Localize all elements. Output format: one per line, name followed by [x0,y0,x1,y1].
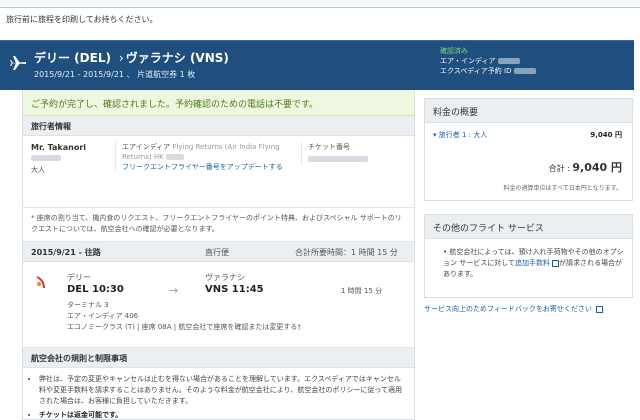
total-label: 合計 : [548,164,570,173]
traveler-section-title: 旅行者情報 [23,116,414,136]
departure-city: デリー [67,273,91,282]
total-amount: 9,040 円 [572,161,622,174]
destination: ヴァラナシ (VNS) [125,51,229,65]
trip-dates: 2015/9/21 - 2015/9/21 、 片道航空券 1 枚 [34,70,196,79]
traveler-type: 大人 [31,166,45,174]
redacted-value [308,156,368,162]
itinerary-banner: デリー (DEL) › ヴァラナシ (VNS) 2015/9/21 - 2015/9… [0,40,634,90]
route-title: デリー (DEL) › ヴァラナシ (VNS) [34,49,229,66]
airline-confirmation: エア・インディア [440,57,496,65]
price-total: 合計 : 9,040 円 [549,159,622,175]
price-section-title: 料金の概要 [425,99,632,123]
booking-details: ご予約が完了し、確認されました。予約確認のための電話は不要です。 旅行者情報 M… [22,90,415,420]
departure-time: DEL 10:30 [67,284,124,295]
leg-total-time: 合計所要時間：1 時間 15 分 [295,248,398,257]
price-summary: 料金の概要 ▾ 旅行者 1 : 大人 9,040 円 合計 : 9,040 円 … [424,98,633,201]
top-bar [0,0,640,8]
arrival-time: VNS 11:45 [205,284,264,295]
ticket-label: チケット番号 [308,143,350,151]
flight-duration: 1 時間 15 分 [341,287,383,295]
traveler-price-label: 旅行者 1 : 大人 [438,131,488,139]
rules-section-title: 航空会社の規則と制限事項 [23,348,414,368]
leg-date: 2015/9/21 - 往路 [31,248,101,257]
cabin-seat[interactable]: エコノミークラス (T) | 座席 08A | 航空会社で座席を確認または変更す… [67,322,301,333]
request-note: * 座席の割り当て、機内食のリクエスト、フリークエントフライヤーのポイント特典、… [23,208,414,242]
print-note: 旅行前に旅程を印刷してお持ちください。 [6,15,158,24]
leg-header: 2015/9/21 - 往路 直行便 合計所要時間：1 時間 15 分 [23,242,414,262]
arrival-city: ヴァラナシ [205,273,245,282]
air-india-logo-icon [37,276,45,288]
redacted-value [31,155,61,161]
traveler-price-amount: 9,040 円 [590,131,622,139]
flight-segment: デリー DEL 10:30 → ヴァラナシ VNS 11:45 1 時間 15 … [23,262,414,348]
redacted-value [513,68,536,74]
terminal: ターミナル 3 [67,301,109,309]
program-airline: エアインディア [122,143,171,151]
traveler-info: Mr. Takanori 大人 エアインディア Flying Returns (… [23,136,414,208]
feedback-link[interactable]: サービス向上のためフィードバックをお寄せください [424,304,633,315]
currency-note: 料金の適算単位はすべて日本円となります。 [503,185,622,192]
update-frequent-flyer-link[interactable]: フリークエントフライヤー番号をアップデートする [122,163,283,171]
redacted-value [165,154,184,160]
refund-note: チケットは返金可能です。 [39,411,123,419]
external-link-icon [596,305,604,313]
rules-list: 弊社は、予定の変更やキャンセルは止むを得ない場合があることを理解しています。エク… [23,368,414,419]
route-arrow: › [118,51,124,65]
list-item: 弊社は、予定の変更やキャンセルは止むを得ない場合があることを理解しています。エク… [39,374,406,407]
redacted-value [497,58,520,64]
leg-type: 直行便 [205,248,229,257]
ticket-number: チケット番号 [301,142,411,165]
external-link-icon [552,259,560,267]
frequent-flyer-info: エアインディア Flying Returns (Air India Flying… [115,142,293,172]
price-traveler-line[interactable]: ▾ 旅行者 1 : 大人 9,040 円 [425,123,632,145]
status-badge: 確認済み [440,47,468,55]
airplane-icon [10,56,26,70]
flight-number: エア・インディア 406 [67,312,139,320]
arrow-right-icon: → [169,284,179,297]
other-flight-services: その他のフライト サービス • 航空会社によっては、預け入れ手荷物やその他のオプ… [424,214,633,298]
expedia-booking-id: エクスペディア予約 ID [440,67,512,75]
confirmation-info: 確認済み エア・インディア エクスペディア予約 ID [440,46,536,76]
traveler-name: Mr. Takanori [31,143,87,152]
origin: デリー (DEL) [34,51,111,65]
flight-details: ターミナル 3 エア・インディア 406 エコノミークラス (T) | 座席 0… [67,300,301,333]
success-message: ご予約が完了し、確認されました。予約確認のための電話は不要です。 [23,90,414,116]
extra-fees-link[interactable]: 追加手数料 [515,259,560,267]
list-item: チケットは返金可能です。 [39,410,406,419]
services-text: • 航空会社によっては、預け入れ手荷物やその他のオプション サービスに対して追加… [443,248,624,278]
other-section-title: その他のフライト サービス [425,215,632,239]
